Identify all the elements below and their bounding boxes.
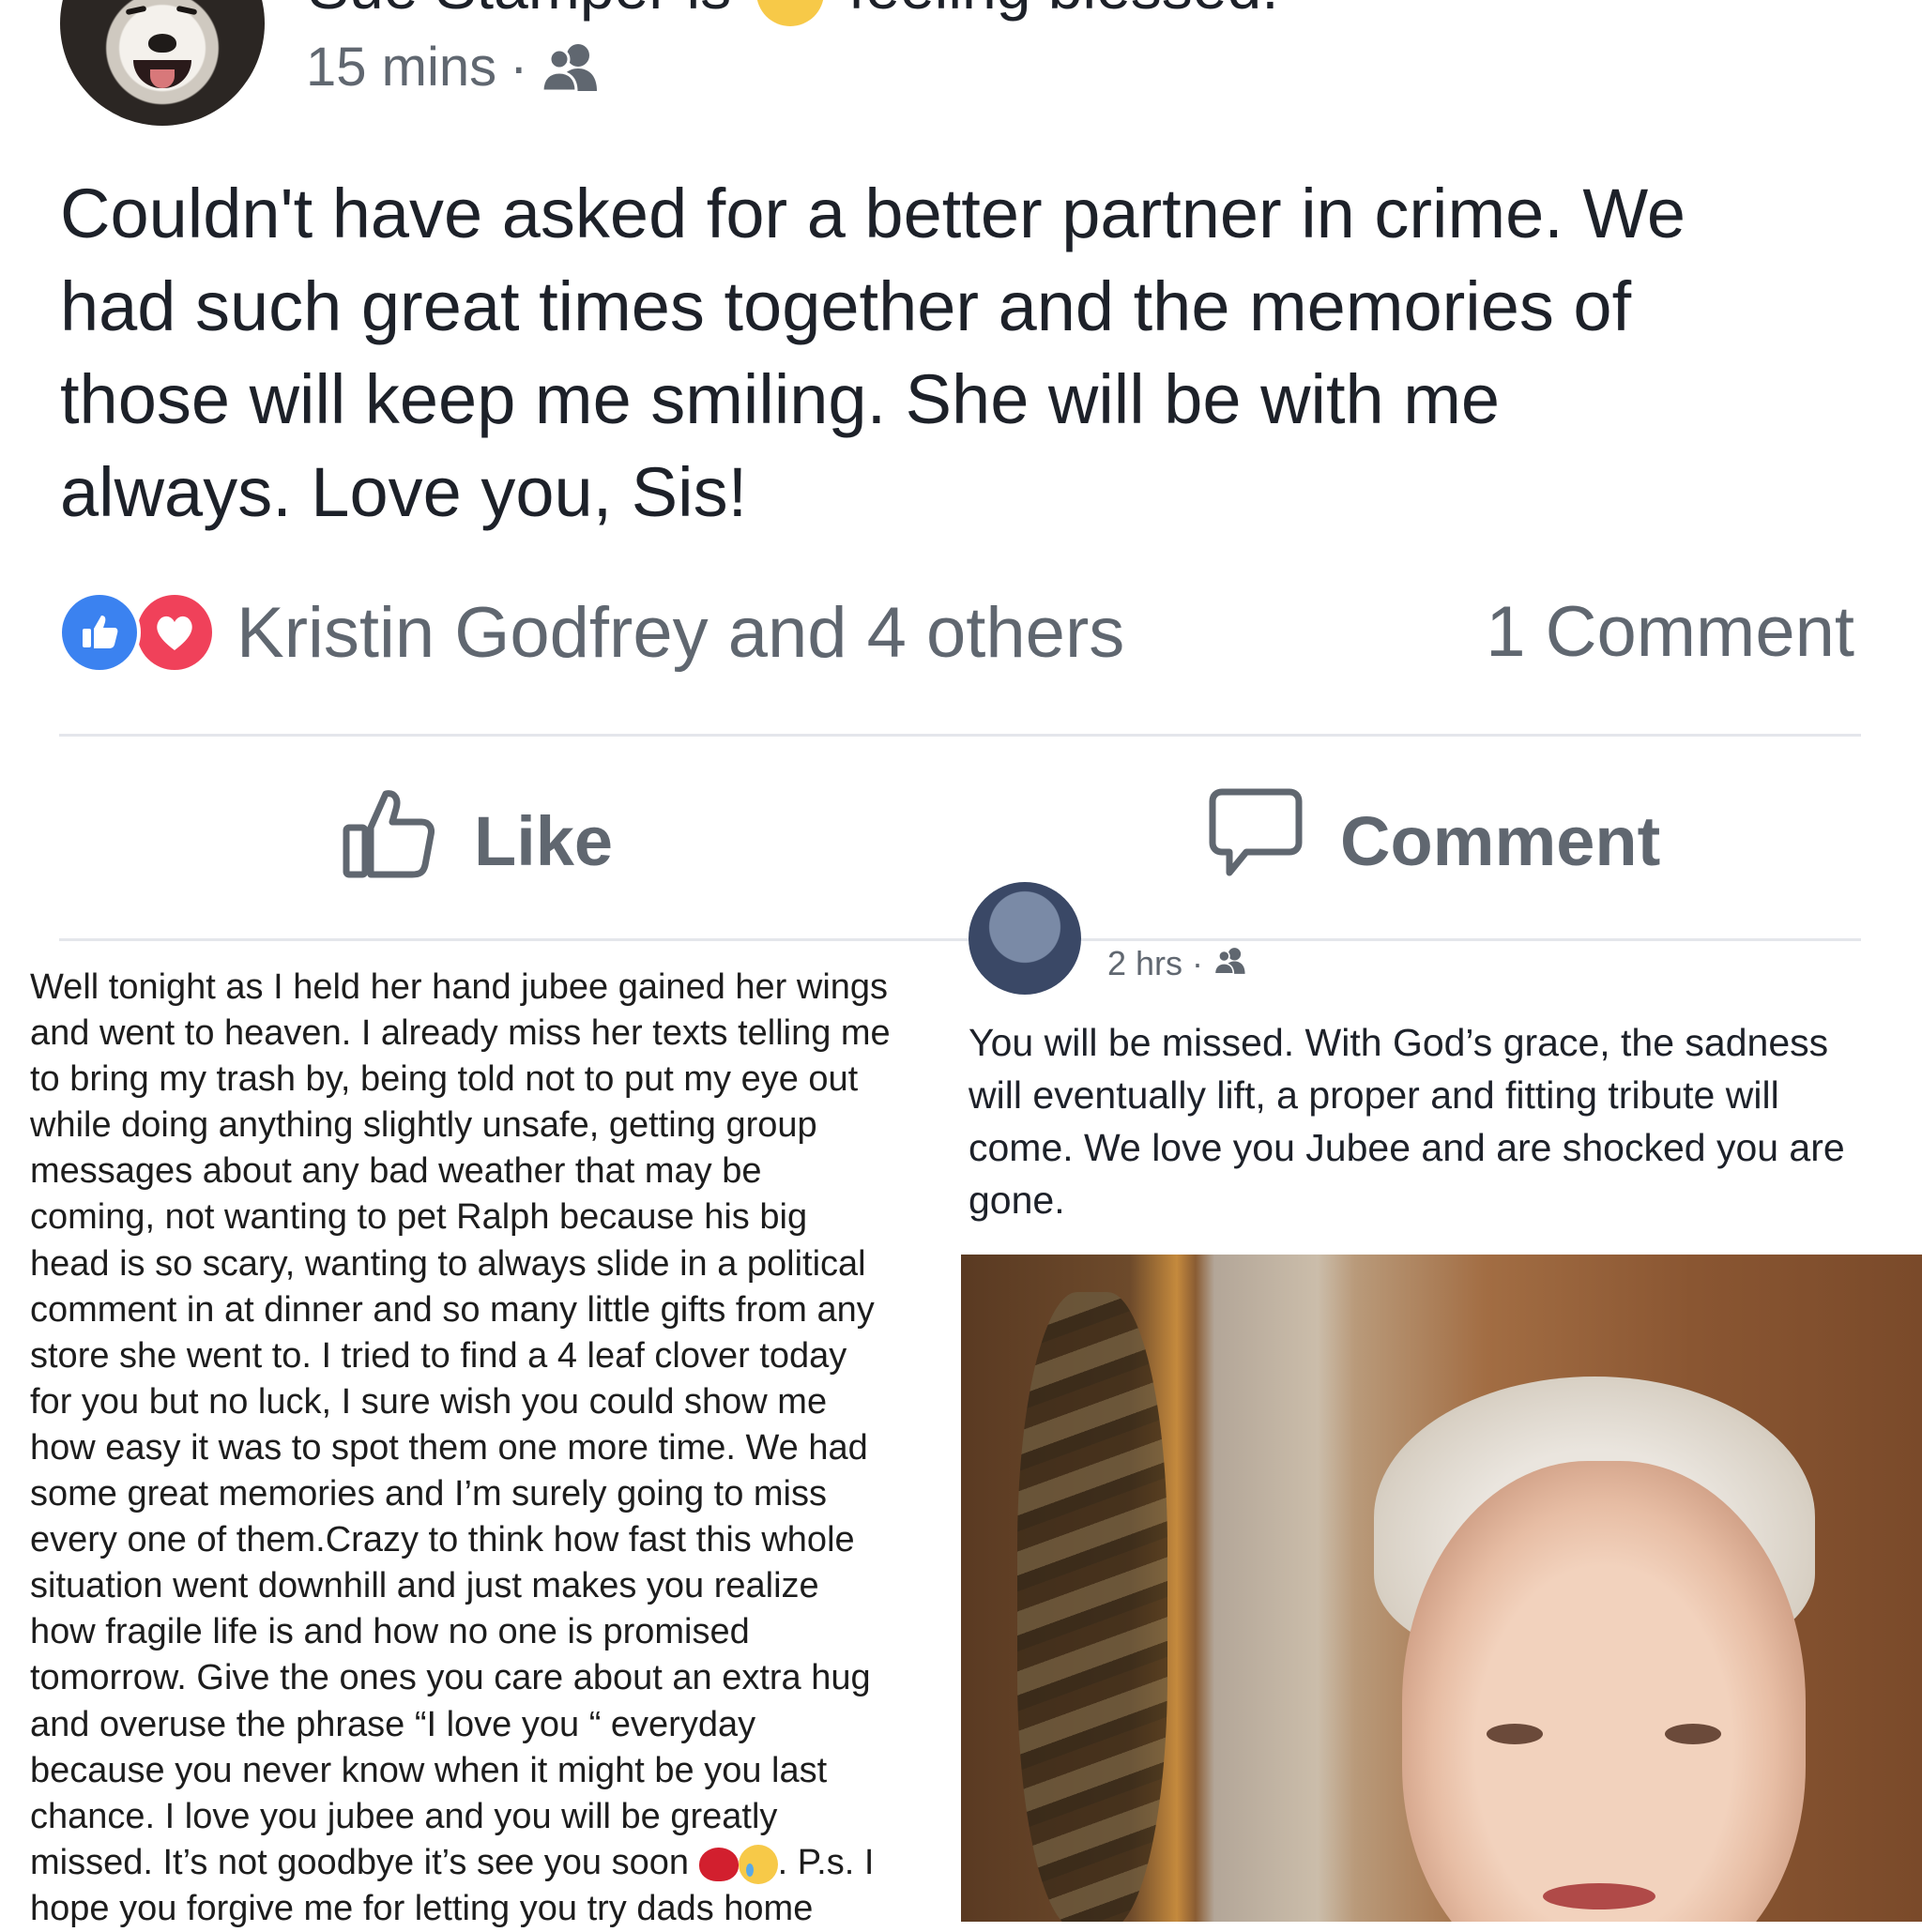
photo-face-shape <box>1402 1461 1806 1922</box>
plant-pattern-background <box>1017 1292 1167 1922</box>
crying-face-emoji-icon <box>738 1844 778 1884</box>
tribute-last-line-text: missed. It’s not goodbye it’s see you so… <box>30 1842 699 1882</box>
kiss-mark-emoji-icon <box>698 1847 739 1881</box>
tribute-post-text: Well tonight as I held her hand jubee ga… <box>30 965 950 1932</box>
tribute-paragraph: Well tonight as I held her hand jubee ga… <box>30 967 891 1836</box>
love-reaction-icon <box>133 591 216 674</box>
comment-post-text: You will be missed. With God’s grace, th… <box>969 1021 1845 1222</box>
photo-eye-shape <box>1487 1724 1543 1744</box>
tribute-last-line: missed. It’s not goodbye it’s see you so… <box>30 1842 875 1884</box>
friends-icon[interactable] <box>541 42 601 93</box>
like-button-label: Like <box>474 802 614 880</box>
portrait-photo[interactable] <box>961 1255 1922 1922</box>
divider <box>59 734 1861 737</box>
like-reaction-icon <box>58 591 141 674</box>
feeling-text: feeling blessed. <box>848 0 1279 22</box>
post-body-text: Couldn't have asked for a better partner… <box>60 175 1686 531</box>
friends-icon[interactable] <box>1213 944 1248 983</box>
meta-separator: · <box>510 37 528 98</box>
smiling-emoji-icon <box>755 0 824 26</box>
photo-lips-shape <box>1543 1883 1655 1909</box>
post-time[interactable]: 15 mins <box>306 36 496 99</box>
comment-header-clip <box>961 844 1922 962</box>
photo-eye-shape <box>1665 1724 1721 1744</box>
reactors-label[interactable]: Kristin Godfrey and 4 others <box>236 592 1124 674</box>
thumbs-up-icon <box>343 786 436 896</box>
author-avatar[interactable] <box>60 0 265 126</box>
tribute-ps-text: . P.s. I <box>777 1842 875 1882</box>
comment-meta: 2 hrs · <box>1107 944 1248 983</box>
comment-count-link[interactable]: 1 Comment <box>1486 591 1854 674</box>
like-button[interactable]: Like <box>343 786 613 896</box>
reactions-summary[interactable]: Kristin Godfrey and 4 others <box>58 591 1124 674</box>
post-author-line: Sue Stamper is feeling blessed. <box>308 0 1279 26</box>
post-meta: 15 mins · <box>306 36 601 99</box>
tribute-cut-line: hope you forgive me for letting you try … <box>30 1888 814 1928</box>
comment-time[interactable]: 2 hrs <box>1107 944 1182 983</box>
author-name-text[interactable]: Sue Stamper is <box>308 0 731 22</box>
meta-separator: · <box>1192 944 1204 982</box>
